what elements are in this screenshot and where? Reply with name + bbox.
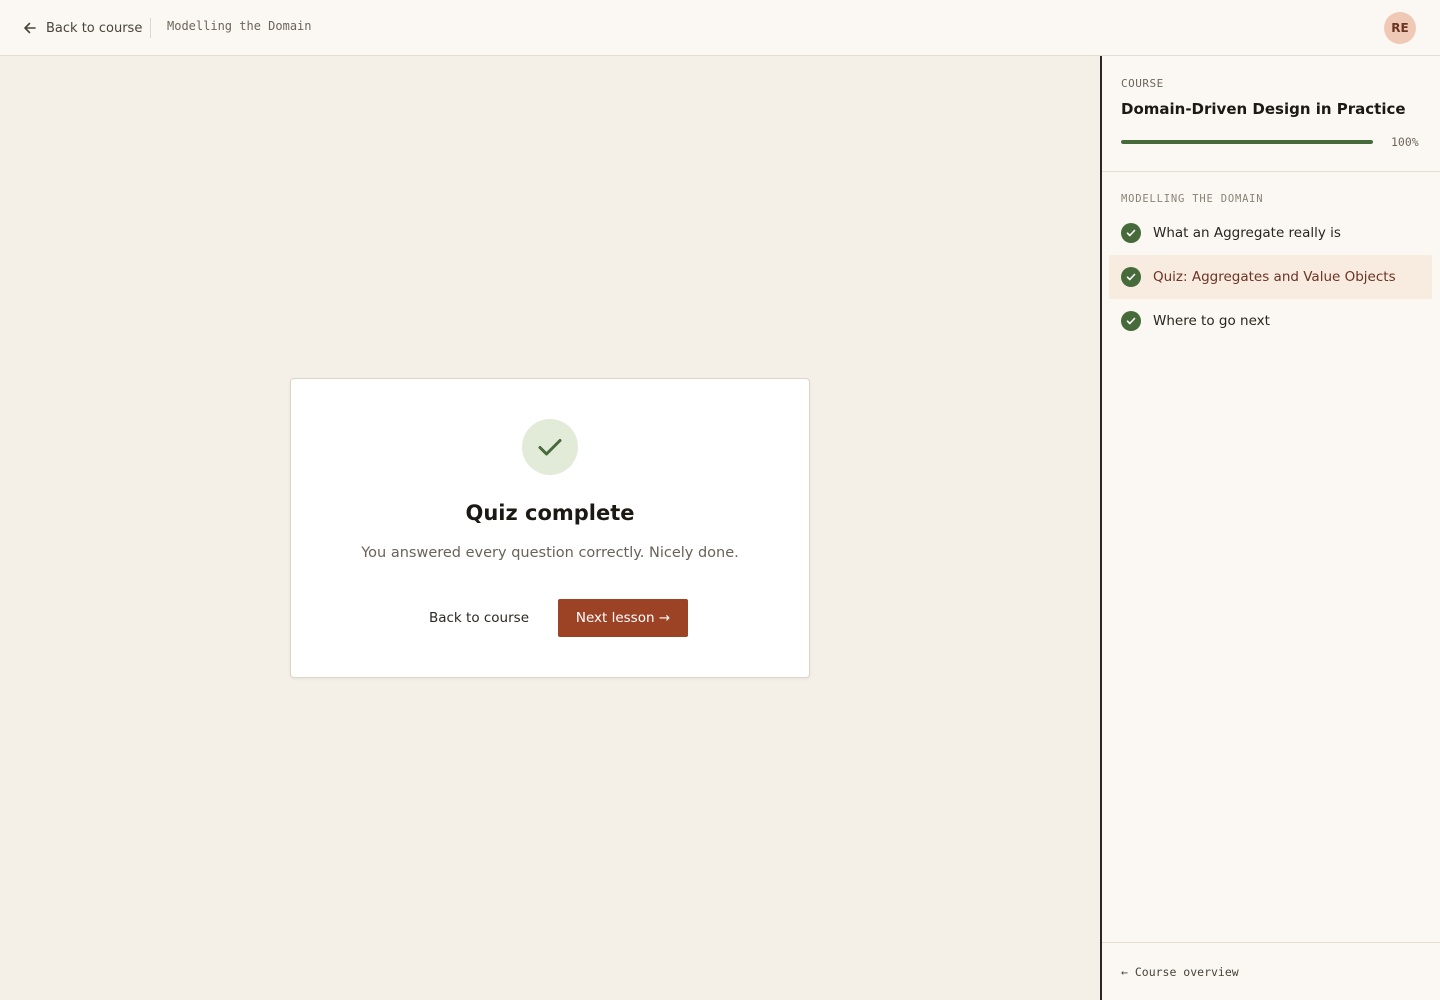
lesson-item-aggregate[interactable]: What an Aggregate really is — [1109, 211, 1432, 255]
course-title: Domain-Driven Design in Practice — [1121, 100, 1406, 118]
check-icon — [1126, 229, 1136, 237]
next-lesson-button[interactable]: Next lesson → — [558, 599, 688, 637]
main-content: Quiz complete You answered every questio… — [0, 56, 1100, 1000]
lesson-label: Quiz: Aggregates and Value Objects — [1153, 269, 1396, 285]
lesson-label: Where to go next — [1153, 313, 1270, 329]
check-icon — [1126, 273, 1136, 281]
course-progress-fill — [1121, 140, 1373, 144]
success-badge — [522, 419, 578, 475]
card-title: Quiz complete — [465, 501, 635, 525]
breadcrumb: Modelling the Domain — [167, 19, 312, 33]
lesson-complete-badge — [1121, 311, 1141, 331]
lesson-complete-badge — [1121, 267, 1141, 287]
back-to-course-button[interactable]: Back to course — [415, 599, 543, 637]
back-to-course-label: Back to course — [46, 20, 143, 36]
course-progress-text: 100% — [1391, 135, 1419, 149]
course-overview-link[interactable]: ← Course overview — [1121, 965, 1239, 979]
lesson-item-quiz[interactable]: Quiz: Aggregates and Value Objects — [1109, 255, 1432, 299]
arrow-left-icon — [24, 22, 36, 34]
quiz-complete-card: Quiz complete You answered every questio… — [290, 378, 810, 678]
course-label: COURSE — [1121, 77, 1164, 90]
topbar-divider — [150, 18, 151, 38]
top-bar: Back to course Modelling the Domain RE — [0, 0, 1440, 56]
checkmark-icon — [538, 439, 562, 456]
lesson-label: What an Aggregate really is — [1153, 225, 1341, 241]
back-to-course-link[interactable]: Back to course — [22, 16, 142, 40]
course-sidebar: COURSE Domain-Driven Design in Practice … — [1100, 56, 1440, 1000]
lesson-complete-badge — [1121, 223, 1141, 243]
sidebar-footer-divider — [1102, 942, 1440, 943]
section-title: MODELLING THE DOMAIN — [1121, 193, 1264, 205]
card-subtitle: You answered every question correctly. N… — [361, 545, 739, 561]
avatar[interactable]: RE — [1384, 12, 1416, 44]
check-icon — [1126, 317, 1136, 325]
course-progress-bar — [1121, 140, 1373, 144]
lesson-item-where-next[interactable]: Where to go next — [1109, 299, 1432, 343]
sidebar-divider — [1102, 171, 1440, 172]
